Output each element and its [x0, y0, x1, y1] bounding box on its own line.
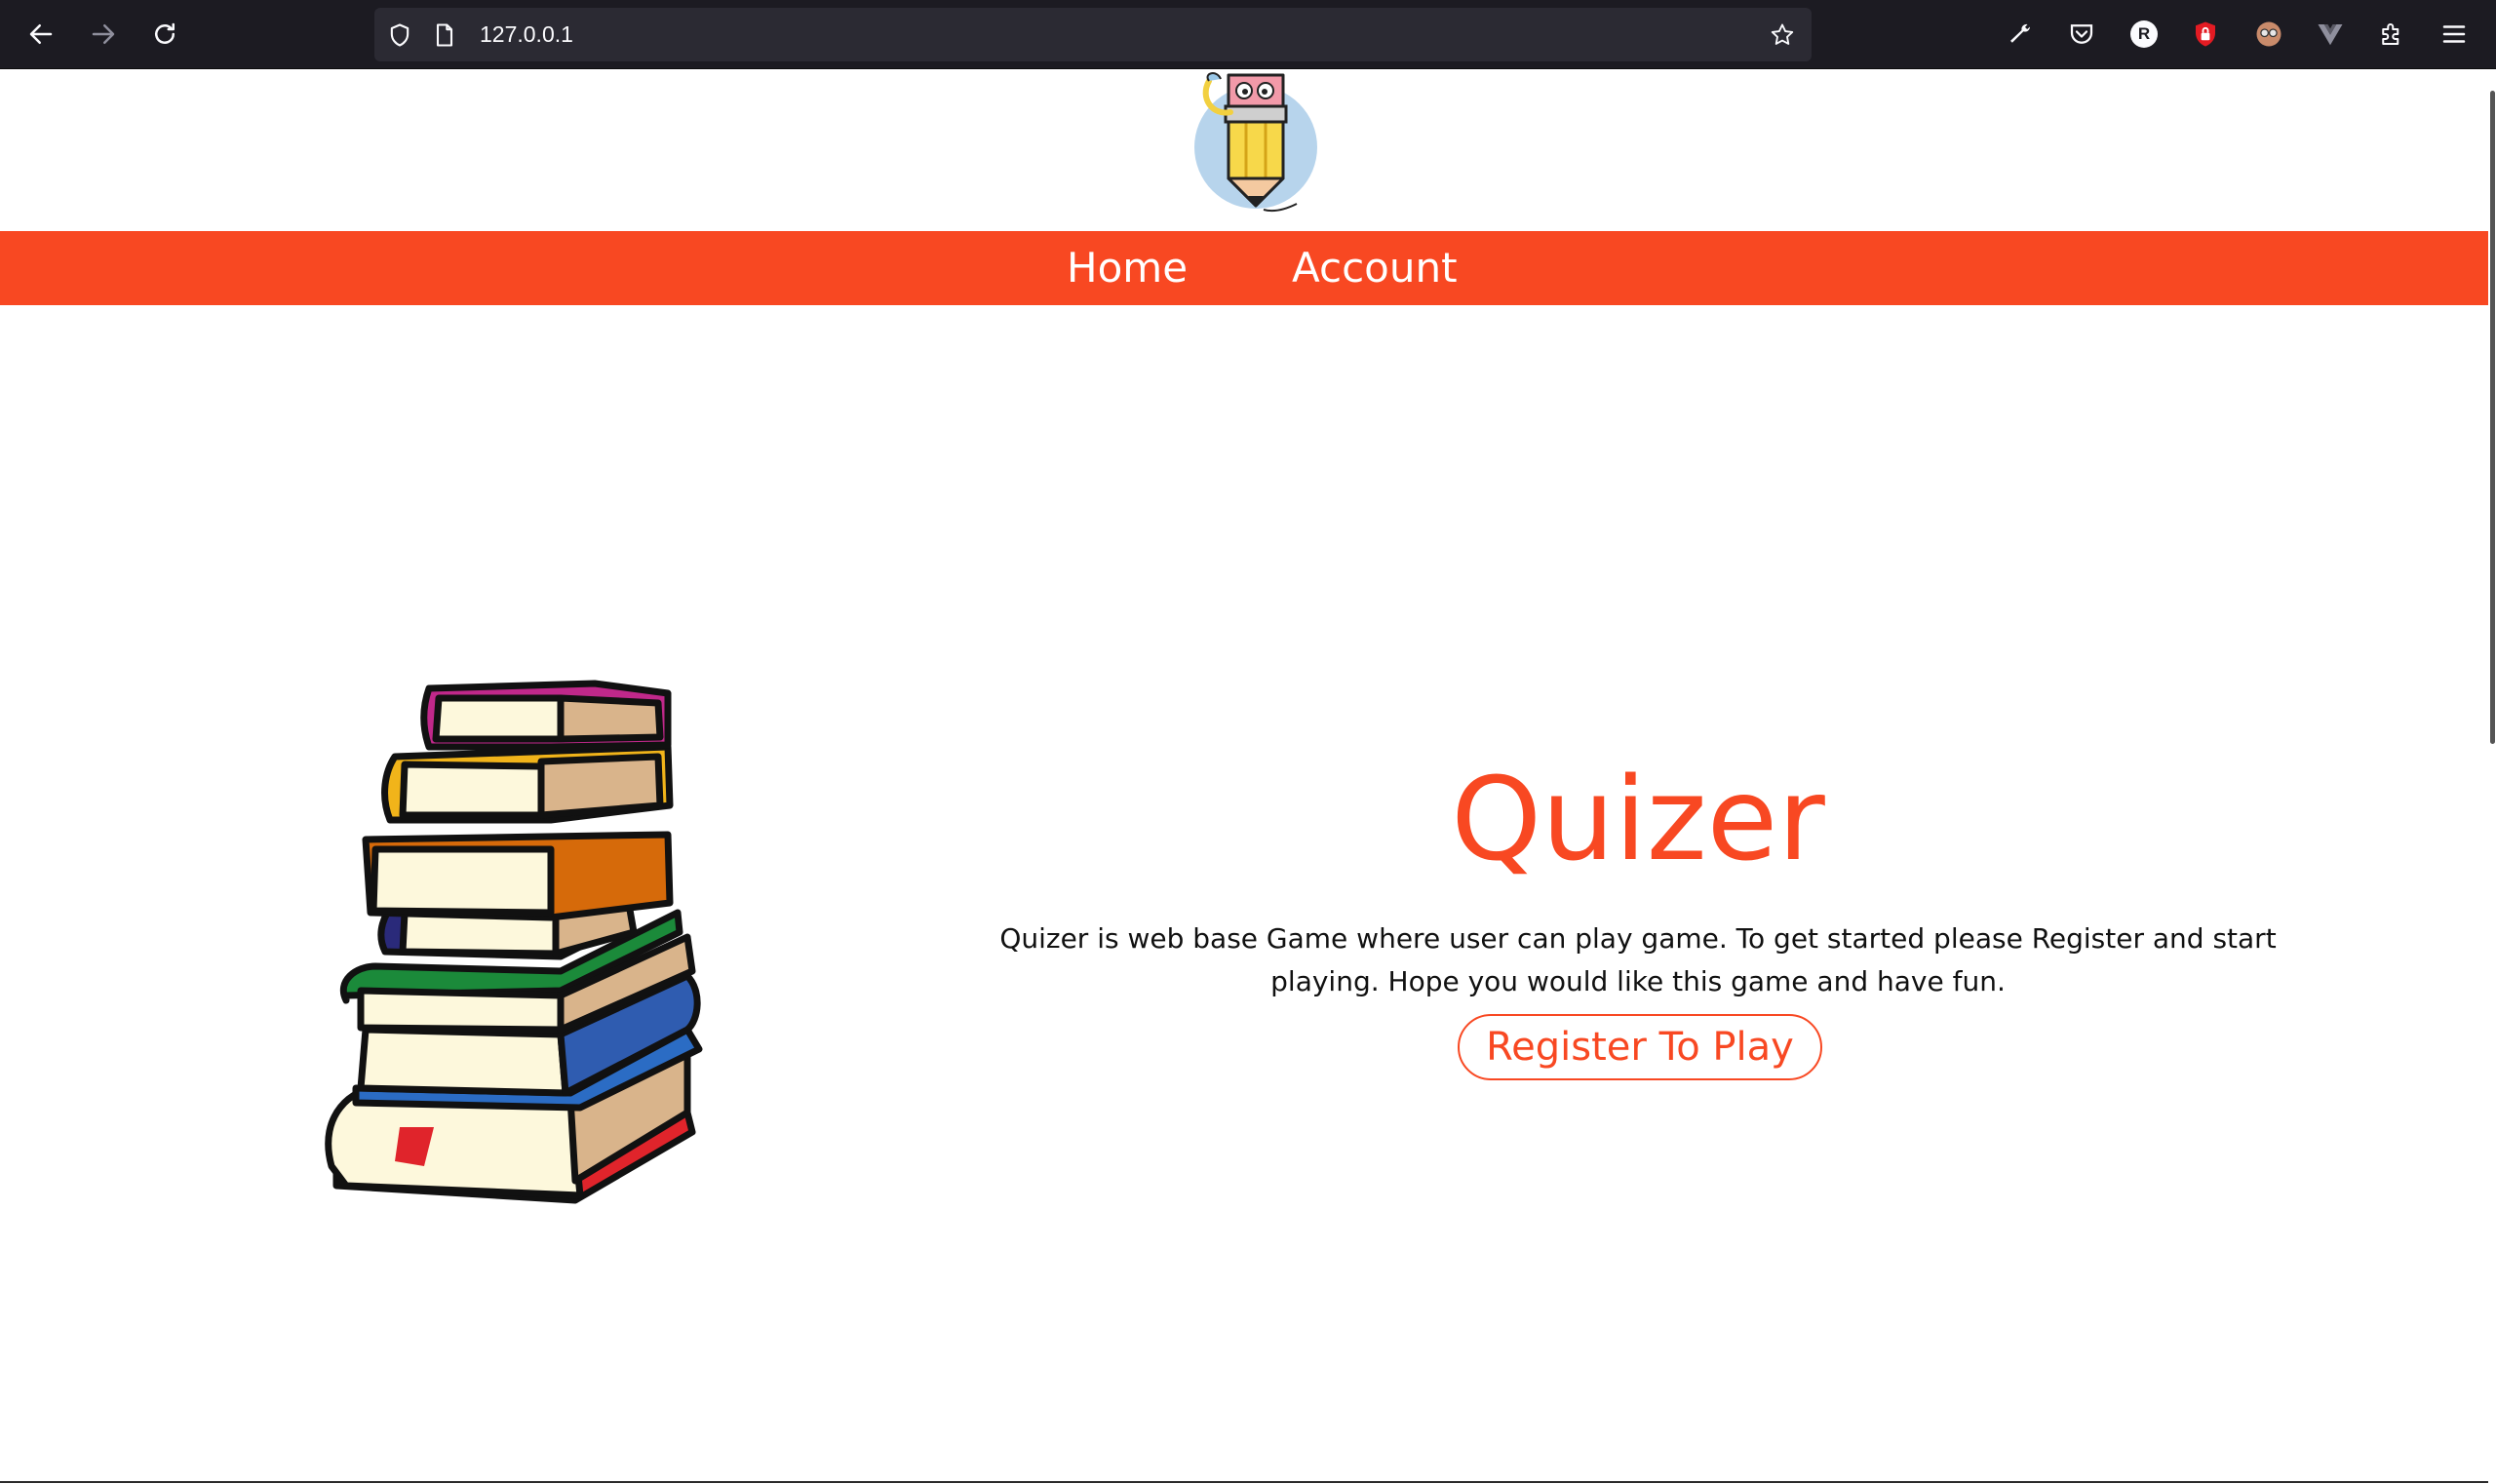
- web-page: Home Account Quizer Quizer is web base G…: [0, 69, 2488, 1484]
- wrench-icon: [2010, 23, 2030, 43]
- scrollbar-thumb[interactable]: [2490, 91, 2495, 744]
- pocket-icon: [2070, 24, 2093, 44]
- register-to-play-button[interactable]: Register To Play: [1458, 1014, 1822, 1080]
- red-lock-shield-icon: [2196, 21, 2215, 47]
- back-button[interactable]: [20, 14, 61, 55]
- main-navbar: Home Account: [0, 231, 2488, 305]
- page-scrollbar[interactable]: [2488, 69, 2496, 1484]
- profile-badge-icon: R: [2130, 20, 2158, 48]
- hero-title: Quizer: [1451, 752, 1825, 886]
- pocket-button[interactable]: [2064, 17, 2099, 52]
- shield-icon[interactable]: [386, 21, 413, 49]
- page-icon: [436, 23, 453, 47]
- profile-extension-button[interactable]: R: [2126, 17, 2162, 52]
- extensions-button[interactable]: [2374, 17, 2409, 52]
- glasses-extension-button[interactable]: [2251, 17, 2286, 52]
- vue-devtools-button[interactable]: [2313, 17, 2348, 52]
- reload-button[interactable]: [144, 14, 185, 55]
- address-bar[interactable]: 127.0.0.1: [374, 8, 1812, 61]
- hero-description: Quizer is web base Game where user can p…: [999, 922, 2277, 997]
- vue-logo-icon: [2318, 24, 2343, 46]
- star-icon[interactable]: [1769, 21, 1796, 49]
- reload-icon: [155, 22, 175, 44]
- devtools-button[interactable]: [2003, 17, 2038, 52]
- lock-extension-button[interactable]: [2188, 17, 2223, 52]
- nav-home-link[interactable]: Home: [1067, 231, 1188, 305]
- app-menu-button[interactable]: [2437, 17, 2472, 52]
- hamburger-menu-icon: [2442, 25, 2466, 43]
- face-glasses-icon: [2256, 21, 2282, 47]
- stack-of-books-illustration: [325, 680, 703, 1204]
- puzzle-icon: [2382, 23, 2399, 45]
- pencil-mascot-logo[interactable]: [1170, 69, 1326, 215]
- page-bottom-divider: [0, 1481, 2488, 1483]
- forward-button[interactable]: [83, 14, 124, 55]
- arrow-left-icon: [29, 24, 53, 44]
- arrow-right-icon: [92, 24, 115, 44]
- url-text[interactable]: 127.0.0.1: [480, 8, 573, 61]
- nav-account-link[interactable]: Account: [1292, 231, 1458, 305]
- browser-toolbar: 127.0.0.1 R: [0, 0, 2496, 69]
